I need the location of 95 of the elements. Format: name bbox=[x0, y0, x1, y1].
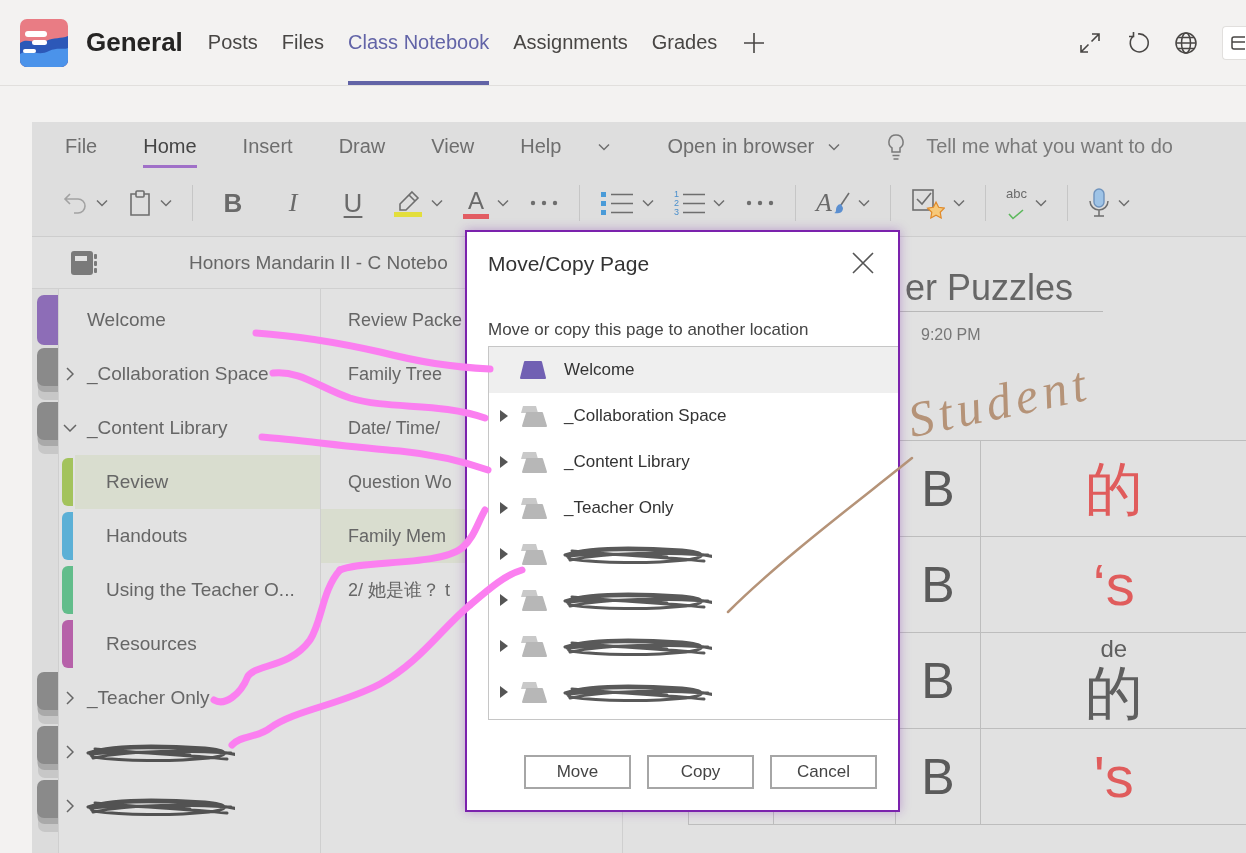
bold-button[interactable]: B bbox=[213, 183, 253, 223]
location-item[interactable]: _Teacher Only bbox=[489, 485, 898, 531]
italic-button[interactable]: I bbox=[273, 183, 313, 223]
section-group-icon bbox=[518, 451, 548, 473]
ribbon-tab[interactable]: File bbox=[65, 128, 98, 168]
section-group-tab-icon bbox=[37, 726, 58, 778]
move-button[interactable]: Move bbox=[524, 755, 631, 789]
section-group-item[interactable]: _Teacher Only bbox=[58, 671, 320, 725]
tab[interactable]: Posts bbox=[207, 0, 258, 85]
cell-text: 的 bbox=[1084, 456, 1143, 521]
microphone-icon bbox=[1087, 188, 1110, 218]
section-group-icon bbox=[518, 681, 548, 703]
team-avatar-icon bbox=[20, 18, 68, 67]
dialog-prompt: Move or copy this page to another location bbox=[488, 320, 810, 340]
lightbulb-icon bbox=[886, 133, 907, 161]
cell-text: 的 bbox=[1084, 660, 1143, 725]
clipboard-icon bbox=[128, 189, 152, 217]
caret-icon bbox=[828, 142, 841, 151]
dialog-title: Move/Copy Page bbox=[488, 251, 650, 277]
section-group-icon bbox=[518, 543, 548, 565]
tab[interactable]: Files bbox=[281, 0, 325, 85]
tab[interactable]: Class Notebook bbox=[348, 0, 490, 85]
brush-icon bbox=[833, 192, 850, 214]
notebook-title: Honors Mandarin II - C Notebo bbox=[189, 251, 448, 274]
checkbox-star-icon bbox=[910, 187, 945, 219]
search-field[interactable]: Tell me what you want to do bbox=[926, 128, 1199, 165]
section-group-tab-icon bbox=[37, 402, 58, 454]
ribbon-tab[interactable]: Draw bbox=[338, 128, 386, 168]
cell-text: B bbox=[921, 748, 955, 805]
add-tab-button[interactable] bbox=[743, 31, 766, 54]
notebook-icon bbox=[70, 248, 98, 277]
refresh-icon bbox=[1126, 30, 1150, 55]
font-color-button[interactable]: A bbox=[463, 183, 509, 223]
page-item[interactable]: 2/ 她是谁？ t bbox=[321, 563, 465, 617]
more-icon bbox=[529, 200, 559, 206]
section-group-item[interactable]: _Content Library bbox=[58, 401, 320, 455]
pinyin-text: de bbox=[1100, 636, 1128, 661]
page-item[interactable]: Family Mem bbox=[321, 509, 465, 563]
underline-button[interactable]: U bbox=[333, 183, 373, 223]
styles-button[interactable]: A bbox=[816, 183, 870, 223]
toolbar-button[interactable] bbox=[1222, 25, 1246, 60]
section-item[interactable]: Resources bbox=[75, 617, 320, 671]
spelling-button[interactable]: abc bbox=[1005, 183, 1047, 223]
cell-text: ‘s bbox=[1092, 552, 1135, 617]
open-in-browser-button[interactable]: Open in browser bbox=[667, 128, 841, 165]
plus-icon bbox=[743, 31, 766, 54]
undo-icon bbox=[62, 191, 88, 215]
more-icon bbox=[745, 200, 776, 206]
close-icon bbox=[851, 251, 875, 275]
copy-button[interactable]: Copy bbox=[647, 755, 754, 789]
tab[interactable]: Grades bbox=[651, 0, 718, 85]
section-item[interactable]: Welcome bbox=[58, 293, 320, 347]
globe-button[interactable] bbox=[1174, 30, 1198, 55]
highlighter-icon bbox=[393, 189, 423, 217]
team-name: General bbox=[86, 27, 183, 58]
section-group-icon bbox=[518, 405, 548, 427]
ribbon-tab[interactable]: Insert bbox=[242, 128, 293, 168]
checkmark-icon bbox=[1008, 209, 1025, 220]
cell-text: 's bbox=[1093, 744, 1134, 809]
section-group-item[interactable]: _Collaboration Space bbox=[58, 347, 320, 401]
cell-text: B bbox=[921, 652, 955, 709]
section-group-icon bbox=[518, 635, 548, 657]
page-item[interactable]: Family Tree bbox=[321, 347, 465, 401]
refresh-button[interactable] bbox=[1126, 30, 1150, 55]
numbering-button[interactable]: 1 2 3 bbox=[674, 183, 726, 223]
section-group-tab-icon bbox=[37, 780, 58, 832]
globe-icon bbox=[1174, 30, 1198, 55]
section-group-tab-icon bbox=[37, 348, 58, 400]
caret-icon bbox=[598, 142, 611, 151]
section-group-icon bbox=[518, 589, 548, 611]
location-item[interactable]: _Collaboration Space bbox=[489, 393, 898, 439]
close-button[interactable] bbox=[850, 250, 876, 276]
section-item[interactable]: Using the Teacher O... bbox=[75, 563, 320, 617]
expand-button[interactable] bbox=[1078, 30, 1102, 55]
ribbon-tab[interactable]: Help bbox=[520, 128, 562, 168]
page-item[interactable]: Review Packe bbox=[321, 293, 465, 347]
ribbon-tab[interactable]: Home bbox=[143, 128, 197, 168]
location-item[interactable]: Welcome bbox=[489, 347, 898, 393]
section-item[interactable]: Handouts bbox=[75, 509, 320, 563]
page-time: 9:20 PM bbox=[921, 325, 981, 345]
expand-icon bbox=[1078, 30, 1102, 55]
location-item[interactable]: _Content Library bbox=[489, 439, 898, 485]
section-group-icon bbox=[518, 497, 548, 519]
page-item[interactable]: Question Wo bbox=[321, 455, 465, 509]
tab[interactable]: Assignments bbox=[513, 0, 628, 85]
section-group-tab-icon bbox=[37, 672, 58, 724]
handwritten-note: Student bbox=[902, 353, 1096, 450]
section-item[interactable]: Review bbox=[75, 455, 320, 509]
bullet-list-icon bbox=[600, 190, 634, 216]
cancel-button[interactable]: Cancel bbox=[770, 755, 877, 789]
panel-icon bbox=[1231, 33, 1245, 52]
ribbon-tab[interactable]: View bbox=[431, 128, 475, 168]
page-item[interactable]: Date/ Time/ bbox=[321, 401, 465, 455]
cell-text: B bbox=[921, 556, 955, 613]
cell-text: B bbox=[921, 460, 955, 517]
